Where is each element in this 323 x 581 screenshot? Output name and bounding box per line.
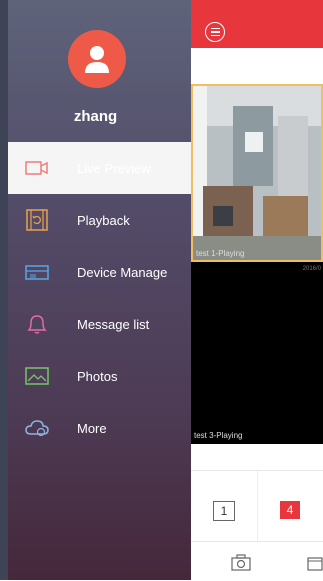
video-tile[interactable]: 2016/0 test 3-Playing [191, 264, 323, 442]
tile-label: test 3-Playing [194, 431, 243, 440]
user-icon [85, 46, 109, 73]
message-bell-icon [27, 315, 47, 334]
menu-item-device-manage[interactable]: Device Manage [8, 246, 191, 298]
side-drawer: zhang Live Preview Playback Device Manag… [0, 0, 191, 580]
menu-toggle-icon[interactable] [205, 22, 225, 42]
menu-label: Live Preview [77, 160, 151, 176]
menu-label: Device Manage [77, 264, 168, 280]
divider [257, 471, 258, 541]
top-bar [191, 0, 323, 48]
layout-bar: 1 4 [191, 470, 323, 541]
live-preview-icon [25, 161, 48, 175]
tile-label: test 1-Playing [196, 249, 245, 258]
avatar[interactable] [68, 30, 126, 88]
record-icon[interactable] [307, 554, 323, 572]
username: zhang [73, 108, 118, 125]
menu-label: Photos [77, 368, 118, 384]
photos-icon [25, 367, 49, 385]
menu-label: Message list [77, 316, 150, 332]
drawer-edge [0, 0, 8, 580]
tile-timestamp: 2016/0 [302, 266, 321, 272]
menu-item-message-list[interactable]: Message list [8, 298, 191, 350]
menu-item-photos[interactable]: Photos [8, 350, 191, 402]
device-manage-icon [25, 265, 49, 280]
layout-1-button[interactable]: 1 [213, 501, 235, 521]
menu-item-live-preview[interactable]: Live Preview [8, 142, 191, 194]
cloud-more-icon [25, 420, 49, 437]
menu-item-more[interactable]: More [8, 402, 191, 454]
drawer-menu: Live Preview Playback Device Manage Mess… [8, 142, 191, 454]
live-preview-panel: test 1-Playing 2016/0 test 3-Playing 1 4 [191, 0, 323, 580]
playback-icon [26, 209, 48, 231]
menu-item-playback[interactable]: Playback [8, 194, 191, 246]
video-grid: test 1-Playing 2016/0 test 3-Playing [191, 84, 323, 444]
camera-feed-image [193, 86, 321, 260]
video-tile[interactable]: test 1-Playing [191, 84, 323, 262]
bottom-toolbar [191, 541, 323, 581]
menu-label: Playback [77, 212, 130, 228]
menu-label: More [77, 420, 107, 436]
layout-4-button[interactable]: 4 [280, 501, 300, 519]
camera-snapshot-icon[interactable] [231, 554, 251, 572]
